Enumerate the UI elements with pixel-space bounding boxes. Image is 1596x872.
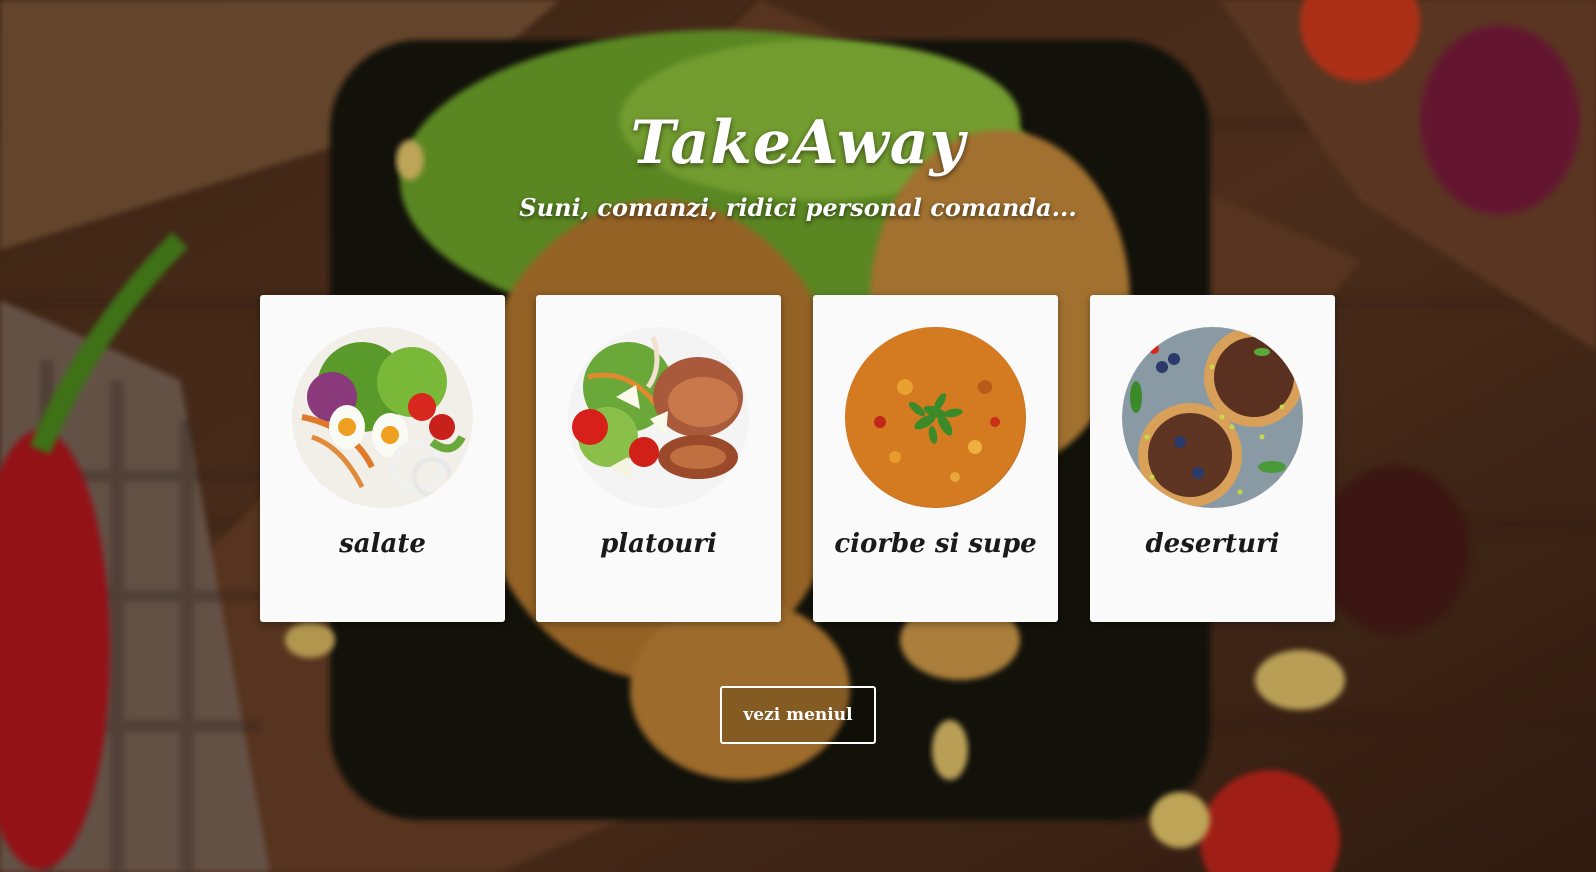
category-card-platouri[interactable]: platouri: [536, 295, 781, 622]
dessert-photo: [1122, 327, 1303, 508]
category-card-deserturi[interactable]: deserturi: [1090, 295, 1335, 622]
salad-photo: [292, 327, 473, 508]
category-label: deserturi: [1145, 529, 1280, 559]
soup-photo: [845, 327, 1026, 508]
category-card-ciorbe-si-supe[interactable]: ciorbe si supe: [813, 295, 1058, 622]
category-label: ciorbe si supe: [834, 529, 1037, 559]
view-menu-button[interactable]: vezi meniul: [720, 686, 876, 744]
category-card-salate[interactable]: salate: [260, 295, 505, 622]
category-cards: salate platouri ciorbe si supe deserturi: [260, 295, 1336, 622]
site-subtitle: Suni, comanzi, ridici personal comanda..…: [519, 193, 1077, 222]
platter-photo: [568, 327, 749, 508]
category-label: platouri: [600, 529, 717, 559]
category-label: salate: [339, 529, 426, 559]
site-title: TakeAway: [630, 108, 966, 178]
